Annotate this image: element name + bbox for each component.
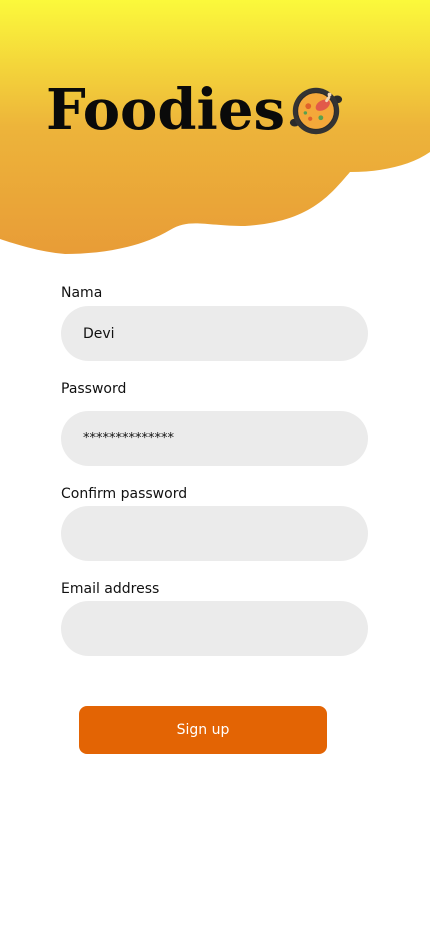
sign-up-button[interactable]: Sign up: [79, 706, 327, 754]
confirm-password-label: Confirm password: [61, 486, 188, 502]
brand-logo: Foodies: [46, 74, 345, 146]
email-input[interactable]: [61, 601, 368, 656]
confirm-password-input[interactable]: [61, 506, 368, 561]
paella-pan-icon: [289, 87, 343, 135]
app-title: Foodies: [46, 77, 285, 143]
name-input[interactable]: [61, 306, 368, 361]
email-label: Email address: [61, 581, 160, 597]
password-label: Password: [61, 381, 127, 397]
name-label: Nama: [61, 285, 103, 301]
password-input[interactable]: [61, 411, 368, 466]
